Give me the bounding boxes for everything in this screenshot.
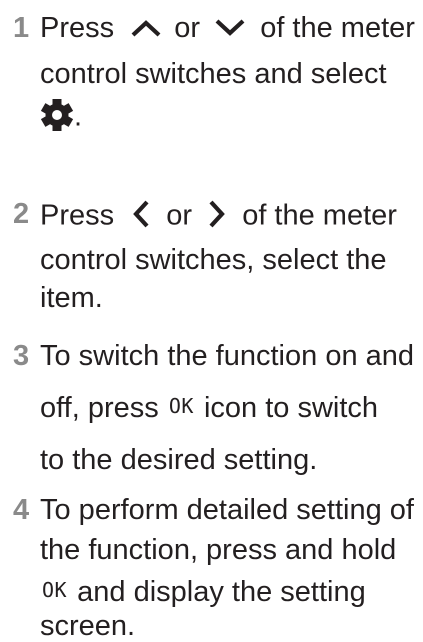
step-line: to the desired setting. — [40, 444, 318, 476]
step-text: Press — [40, 12, 115, 44]
step-line: OK and display the setting — [40, 578, 366, 607]
step-text: icon to switch — [203, 392, 379, 424]
step-text: off, press — [40, 392, 159, 424]
step-text: Press — [40, 199, 115, 232]
step-line: screen. — [40, 610, 136, 642]
step-text: and display the setting — [77, 576, 366, 608]
step-number: 2 — [13, 198, 30, 230]
ok-button-label: OK — [42, 578, 68, 602]
step-text: of the meter — [242, 199, 397, 232]
step-text: or — [166, 199, 193, 232]
step-line: Press or of the meter — [40, 200, 397, 234]
step-number: 4 — [13, 494, 30, 526]
chevron-left-icon — [132, 200, 150, 234]
chevron-right-icon — [208, 200, 226, 234]
step-line: To perform detailed setting of — [40, 494, 414, 526]
step-text: of the meter — [260, 12, 415, 44]
gear-icon — [40, 98, 74, 138]
ok-button-label: OK — [168, 394, 194, 418]
chevron-up-icon — [130, 15, 162, 44]
step-line: item. — [40, 282, 103, 314]
step-text: . — [74, 100, 83, 133]
step-line: Press or of the meter — [40, 14, 415, 44]
step-line: off, press OK icon to switch — [40, 394, 378, 423]
step-line: . — [40, 98, 82, 138]
step-line: control switches and select — [40, 58, 387, 90]
step-number: 3 — [13, 340, 30, 372]
step-text: or — [174, 12, 201, 44]
step-number: 1 — [13, 12, 30, 44]
step-line: the function, press and hold — [40, 534, 397, 566]
step-line: control switches, select the — [40, 244, 387, 276]
step-line: To switch the function on and — [40, 340, 415, 372]
chevron-down-icon — [214, 15, 246, 44]
